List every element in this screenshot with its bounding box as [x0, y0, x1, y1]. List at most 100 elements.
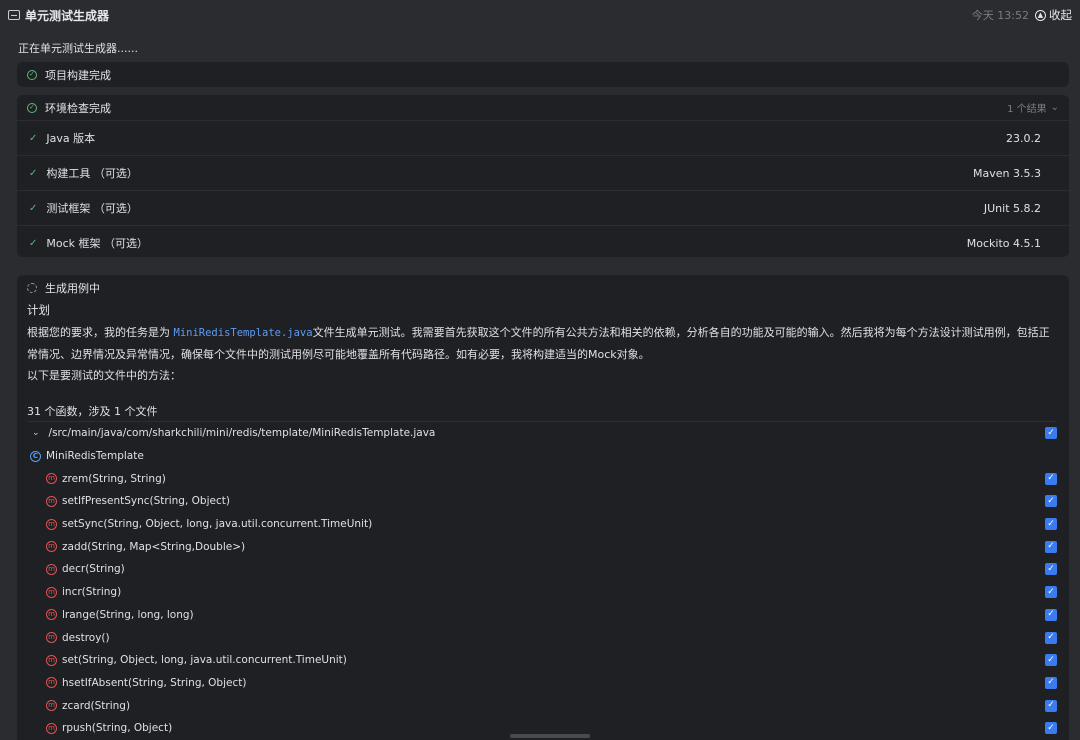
generation-label: 生成用例中: [45, 281, 100, 295]
env-item-value: Maven 3.5.3: [973, 166, 1041, 180]
method-icon: m: [46, 541, 57, 553]
plan-heading: 计划: [27, 303, 50, 317]
method-row[interactable]: m decr(String) ✓: [27, 558, 1057, 581]
method-row[interactable]: m zcard(String) ✓: [27, 694, 1057, 717]
method-name: setSync(String, Object, long, java.util.…: [62, 518, 373, 531]
env-check-label: 环境检查完成: [45, 101, 111, 115]
loading-spinner-icon: [27, 282, 37, 293]
method-name: setIfPresentSync(String, Object): [62, 495, 230, 508]
header: 单元测试生成器 今天 13:52 ▲ 收起: [0, 0, 1080, 30]
method-checkbox[interactable]: ✓: [1045, 472, 1057, 485]
header-right: 今天 13:52 ▲ 收起: [972, 7, 1072, 23]
result-count[interactable]: 1 个结果 ⌄: [1007, 100, 1059, 115]
method-row[interactable]: m set(String, Object, long, java.util.co…: [27, 649, 1057, 672]
env-item-java: ✓ Java 版本 23.0.2: [17, 120, 1069, 155]
horizontal-scrollbar[interactable]: [510, 734, 590, 738]
project-build-card[interactable]: ✓ 项目构建完成: [17, 62, 1069, 87]
method-row[interactable]: m zrem(String, String) ✓: [27, 467, 1057, 490]
method-row[interactable]: m setSync(String, Object, long, java.uti…: [27, 513, 1057, 536]
methods-intro: 以下是要测试的文件中的方法：: [27, 369, 181, 382]
method-icon: m: [46, 586, 57, 598]
env-item-test-framework: ✓ 测试框架 （可选） JUnit 5.8.2: [17, 190, 1069, 225]
method-checkbox[interactable]: ✓: [1045, 631, 1057, 644]
method-name: zrem(String, String): [62, 472, 166, 485]
method-row[interactable]: m lrange(String, long, long) ✓: [27, 604, 1057, 627]
method-row[interactable]: m incr(String) ✓: [27, 581, 1057, 604]
env-item-build-tool: ✓ 构建工具 （可选） Maven 3.5.3: [17, 155, 1069, 190]
env-item-value: JUnit 5.8.2: [983, 201, 1041, 215]
method-checkbox[interactable]: ✓: [1045, 586, 1057, 599]
method-icon: m: [46, 495, 57, 507]
env-item-value: 23.0.2: [1006, 131, 1041, 145]
method-icon: m: [46, 609, 57, 621]
project-build-label: 项目构建完成: [45, 68, 111, 82]
status-text: 正在单元测试生成器......: [18, 42, 138, 55]
method-name: destroy(): [62, 631, 110, 644]
method-icon: m: [46, 518, 57, 530]
method-tree: ⌄ /src/main/java/com/sharkchili/mini/red…: [27, 421, 1057, 740]
env-item-label: Java 版本: [46, 132, 96, 145]
panel-title: 单元测试生成器: [25, 8, 110, 23]
check-icon: ✓: [29, 202, 38, 214]
method-row[interactable]: m destroy() ✓: [27, 626, 1057, 649]
method-icon: m: [46, 632, 57, 644]
method-icon: m: [46, 654, 57, 666]
method-row[interactable]: m hsetIfAbsent(String, String, Object) ✓: [27, 672, 1057, 695]
collapse-button[interactable]: ▲ 收起: [1035, 7, 1072, 23]
check-circle-icon: ✓: [27, 69, 37, 80]
test-generator-icon: [8, 10, 20, 20]
chevron-up-icon: ▲: [1035, 9, 1046, 21]
method-icon: m: [46, 473, 57, 485]
collapse-label: 收起: [1049, 8, 1072, 22]
env-item-label: 构建工具 （可选）: [46, 167, 138, 180]
file-reference[interactable]: MiniRedisTemplate.java: [174, 327, 313, 339]
result-count-label: 1 个结果: [1007, 104, 1047, 115]
method-checkbox[interactable]: ✓: [1045, 495, 1057, 508]
file-row[interactable]: ⌄ /src/main/java/com/sharkchili/mini/red…: [27, 422, 1057, 445]
method-icon: m: [46, 563, 57, 575]
method-checkbox[interactable]: ✓: [1045, 563, 1057, 576]
plan-text: 根据您的要求，我的任务是为 MiniRedisTemplate.java文件生成…: [27, 322, 1057, 365]
method-checkbox[interactable]: ✓: [1045, 608, 1057, 621]
method-checkbox[interactable]: ✓: [1045, 518, 1057, 531]
plan-text-before: 根据您的要求，我的任务是为: [27, 326, 174, 339]
class-icon: C: [30, 450, 41, 462]
method-icon: m: [46, 722, 57, 734]
class-name: MiniRedisTemplate: [46, 450, 144, 463]
env-item-label: Mock 框架 （可选）: [46, 237, 149, 250]
env-item-value: Mockito 4.5.1: [966, 236, 1041, 250]
generation-card: 生成用例中 计划 根据您的要求，我的任务是为 MiniRedisTemplate…: [17, 275, 1069, 740]
check-circle-icon: ✓: [27, 102, 37, 113]
method-checkbox[interactable]: ✓: [1045, 540, 1057, 553]
chevron-down-icon[interactable]: ⌄: [32, 428, 40, 438]
method-name: set(String, Object, long, java.util.conc…: [62, 654, 347, 667]
env-item-mock-framework: ✓ Mock 框架 （可选） Mockito 4.5.1: [17, 225, 1069, 260]
check-icon: ✓: [29, 167, 38, 179]
env-check-card: ✓ 环境检查完成 1 个结果 ⌄ ✓ Java 版本 23.0.2 ✓ 构建工具…: [17, 95, 1069, 257]
check-icon: ✓: [29, 132, 38, 144]
method-row[interactable]: m zadd(String, Map<String,Double>) ✓: [27, 535, 1057, 558]
method-name: lrange(String, long, long): [62, 608, 194, 621]
method-icon: m: [46, 700, 57, 712]
method-name: zadd(String, Map<String,Double>): [62, 540, 246, 553]
method-name: decr(String): [62, 563, 125, 576]
check-icon: ✓: [29, 237, 38, 249]
method-name: incr(String): [62, 586, 122, 599]
file-path: /src/main/java/com/sharkchili/mini/redis…: [48, 427, 436, 440]
method-checkbox[interactable]: ✓: [1045, 699, 1057, 712]
method-checkbox[interactable]: ✓: [1045, 654, 1057, 667]
method-name: rpush(String, Object): [62, 722, 173, 735]
env-check-header[interactable]: ✓ 环境检查完成 1 个结果 ⌄: [17, 95, 1069, 120]
method-name: hsetIfAbsent(String, String, Object): [62, 676, 247, 689]
timestamp: 今天 13:52: [971, 9, 1029, 22]
method-checkbox[interactable]: ✓: [1045, 722, 1057, 735]
function-count: 31 个函数，涉及 1 个文件: [27, 405, 158, 418]
class-row[interactable]: C MiniRedisTemplate: [27, 445, 1057, 468]
env-item-label: 测试框架 （可选）: [46, 202, 138, 215]
method-checkbox[interactable]: ✓: [1045, 676, 1057, 689]
method-name: zcard(String): [62, 699, 131, 712]
method-icon: m: [46, 677, 57, 689]
method-row[interactable]: m setIfPresentSync(String, Object) ✓: [27, 490, 1057, 513]
chevron-down-icon: ⌄: [1050, 102, 1059, 113]
file-checkbox[interactable]: ✓: [1045, 427, 1057, 440]
